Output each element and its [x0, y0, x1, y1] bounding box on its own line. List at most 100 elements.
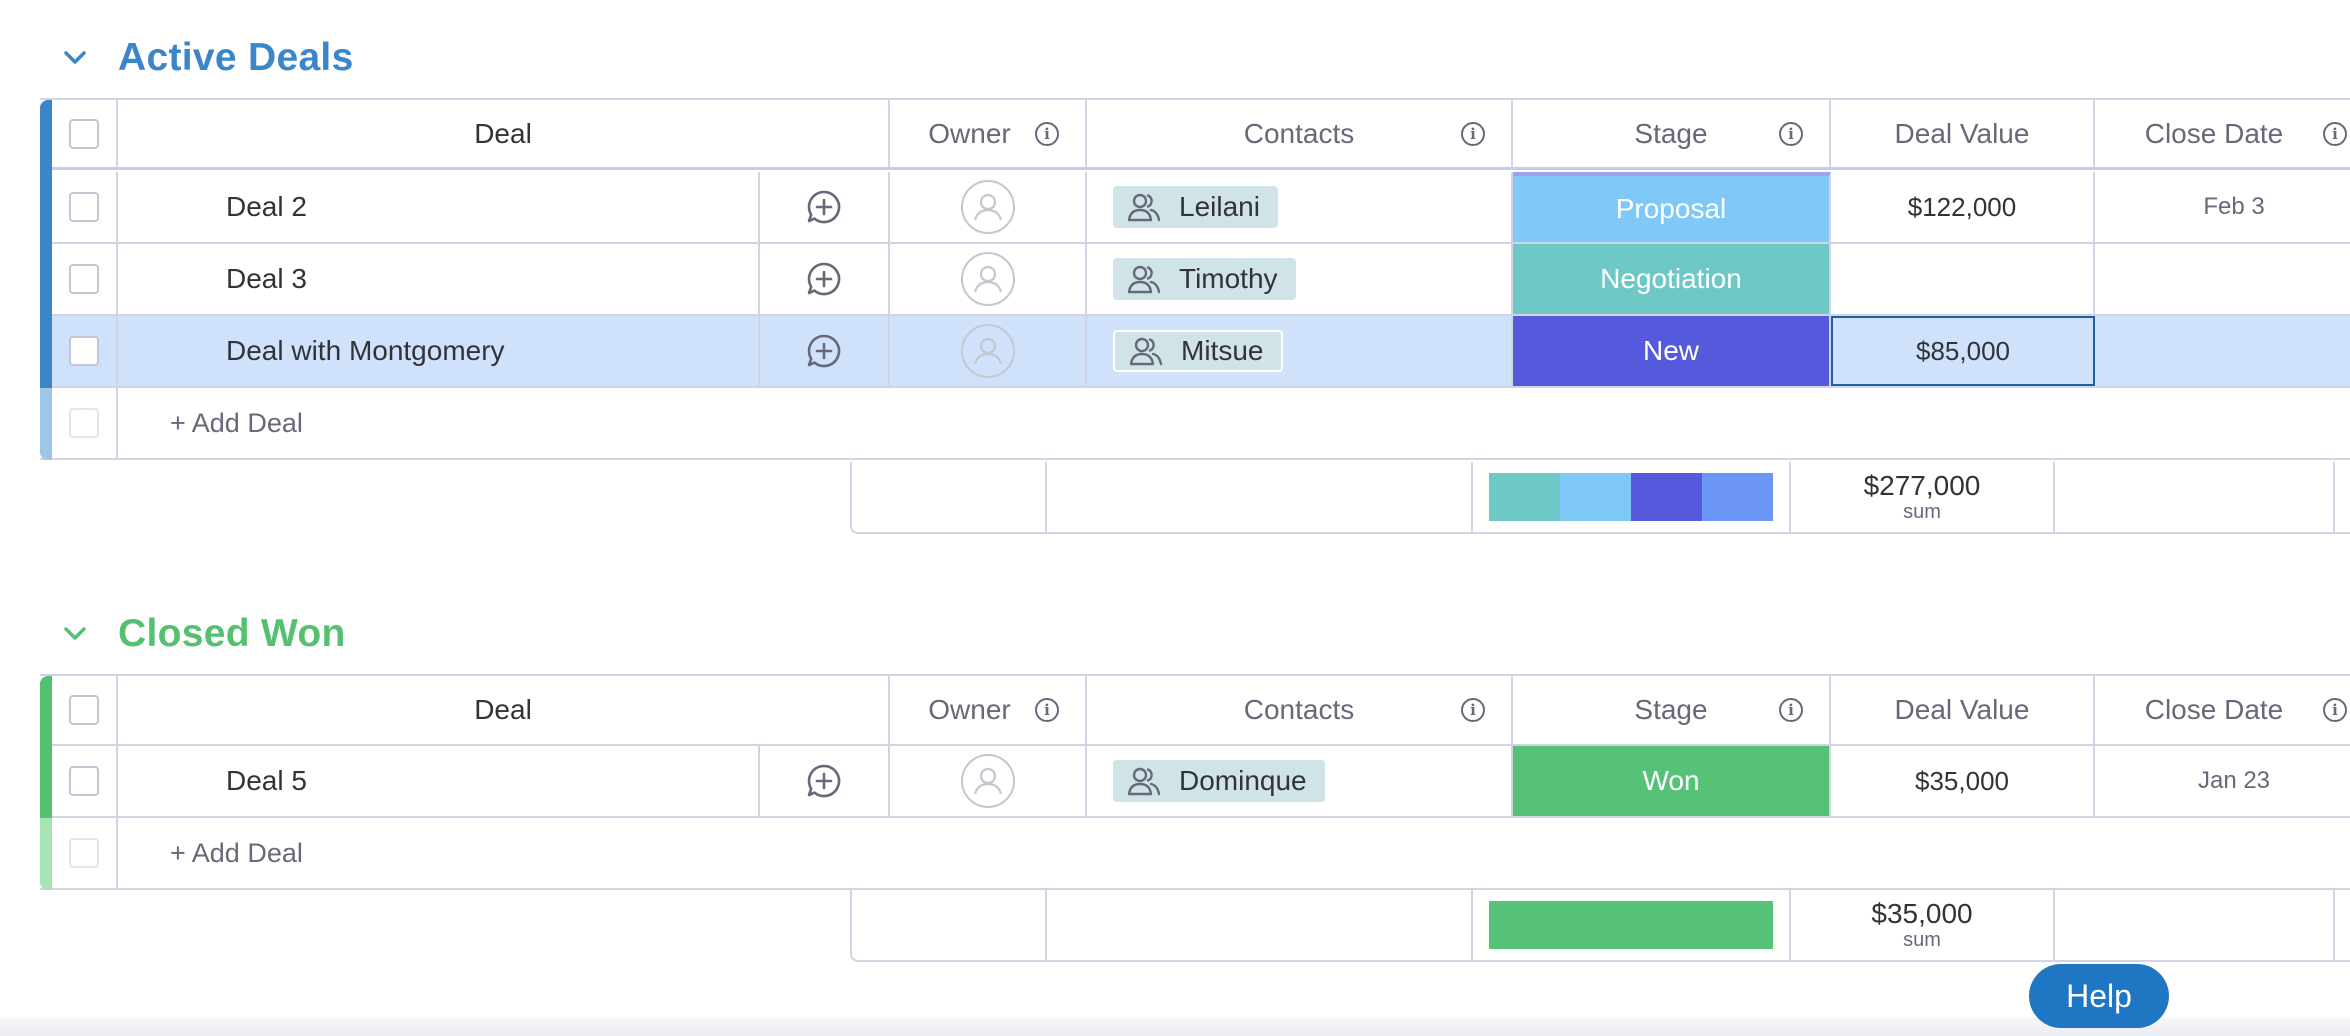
- chevron-down-icon[interactable]: [60, 619, 90, 649]
- contact-chip[interactable]: Leilani: [1113, 186, 1278, 228]
- add-update-icon[interactable]: [806, 189, 842, 225]
- table-row[interactable]: Deal 5 Dominque Won $35,000 Jan 23: [40, 746, 2350, 818]
- header-contacts[interactable]: Contacts i: [1087, 676, 1513, 744]
- add-update-icon[interactable]: [806, 763, 842, 799]
- group-color-bar: [40, 244, 52, 316]
- chevron-down-icon[interactable]: [60, 43, 90, 73]
- summary-row: $35,000 sum: [850, 890, 2350, 962]
- people-icon: [1127, 767, 1161, 796]
- stage-cell[interactable]: Proposal: [1513, 172, 1831, 242]
- header-owner[interactable]: Owner i: [890, 676, 1087, 744]
- person-icon[interactable]: [960, 324, 1015, 378]
- owner-cell[interactable]: [890, 244, 1087, 314]
- close-date-cell[interactable]: [2095, 316, 2350, 386]
- group-title[interactable]: Active Deals: [118, 36, 354, 80]
- active-deals-table: Deal Owner i Contacts i Stage i Deal Value …: [40, 98, 2350, 538]
- owner-cell[interactable]: [890, 172, 1087, 242]
- group-header-active-deals[interactable]: Active Deals: [60, 36, 354, 80]
- update-cell[interactable]: [760, 316, 890, 386]
- group-header-closed-won[interactable]: Closed Won: [60, 612, 346, 656]
- add-deal-button[interactable]: + Add Deal: [170, 388, 303, 458]
- contact-chip[interactable]: Mitsue: [1113, 330, 1284, 372]
- row-checkbox[interactable]: [69, 192, 99, 222]
- add-update-icon[interactable]: [806, 333, 842, 369]
- info-icon[interactable]: i: [2323, 698, 2347, 722]
- add-deal-row[interactable]: + Add Deal: [40, 818, 2350, 890]
- table-row[interactable]: Deal 3 Timothy Negotiation: [40, 244, 2350, 316]
- update-cell[interactable]: [760, 746, 890, 816]
- add-deal-button[interactable]: + Add Deal: [170, 818, 303, 888]
- deal-value-cell[interactable]: $35,000: [1831, 746, 2095, 816]
- header-owner[interactable]: Owner i: [890, 100, 1087, 167]
- header-deal[interactable]: Deal: [118, 100, 890, 167]
- close-date-cell[interactable]: Feb 3: [2095, 172, 2350, 242]
- header-stage[interactable]: Stage i: [1513, 100, 1831, 167]
- help-button[interactable]: Help: [2029, 964, 2169, 1028]
- update-cell[interactable]: [760, 244, 890, 314]
- stage-cell[interactable]: New: [1513, 316, 1831, 386]
- info-icon[interactable]: i: [1461, 698, 1485, 722]
- header-close-date[interactable]: Close Date i: [2095, 100, 2350, 167]
- group-color-bar: [40, 388, 52, 460]
- table-row[interactable]: Deal 2 Leilani Proposal $122,000 Feb 3: [40, 172, 2350, 244]
- deal-name-cell[interactable]: Deal 3: [118, 244, 760, 314]
- close-date-cell[interactable]: Jan 23: [2095, 746, 2350, 816]
- contacts-cell[interactable]: Dominque: [1087, 746, 1513, 816]
- info-icon[interactable]: i: [1779, 121, 1803, 146]
- people-icon: [1127, 193, 1161, 222]
- header-deal[interactable]: Deal: [118, 676, 890, 744]
- contact-chip[interactable]: Dominque: [1113, 760, 1325, 802]
- row-checkbox[interactable]: [69, 264, 99, 294]
- person-icon[interactable]: [960, 180, 1015, 234]
- header-close-date[interactable]: Close Date i: [2095, 676, 2350, 744]
- info-icon[interactable]: i: [1035, 698, 1059, 722]
- close-date-cell[interactable]: [2095, 244, 2350, 314]
- deal-value-cell[interactable]: $122,000: [1831, 172, 2095, 242]
- row-checkbox-disabled: [69, 838, 99, 868]
- stage-distribution-cell[interactable]: [1473, 890, 1791, 960]
- table-header-row: Deal Owner i Contacts i Stage i Deal Value …: [40, 674, 2350, 748]
- info-icon[interactable]: i: [1035, 121, 1059, 146]
- owner-cell[interactable]: [890, 316, 1087, 386]
- owner-cell[interactable]: [890, 746, 1087, 816]
- segment-other: [1702, 473, 1773, 521]
- group-title[interactable]: Closed Won: [118, 612, 346, 656]
- select-all-checkbox[interactable]: [69, 118, 99, 149]
- update-cell[interactable]: [760, 172, 890, 242]
- segment-new: [1631, 473, 1702, 521]
- deal-value-sum[interactable]: $35,000 sum: [1791, 890, 2055, 960]
- info-icon[interactable]: i: [1461, 121, 1485, 146]
- person-icon[interactable]: [960, 252, 1015, 306]
- stage-cell[interactable]: Negotiation: [1513, 244, 1831, 314]
- contacts-cell[interactable]: Leilani: [1087, 172, 1513, 242]
- contacts-cell[interactable]: Timothy: [1087, 244, 1513, 314]
- deal-name-cell[interactable]: Deal 2: [118, 172, 760, 242]
- contact-chip[interactable]: Timothy: [1113, 258, 1296, 300]
- row-checkbox[interactable]: [69, 336, 99, 366]
- contacts-cell[interactable]: Mitsue: [1087, 316, 1513, 386]
- person-icon[interactable]: [960, 754, 1015, 808]
- header-stage[interactable]: Stage i: [1513, 676, 1831, 744]
- deal-value-cell[interactable]: [1831, 244, 2095, 314]
- deal-name-cell[interactable]: Deal with Montgomery: [118, 316, 760, 386]
- row-checkbox[interactable]: [69, 766, 99, 796]
- group-color-bar: [40, 818, 52, 890]
- stage-cell[interactable]: Won: [1513, 746, 1831, 816]
- info-icon[interactable]: i: [2323, 121, 2347, 146]
- group-color-bar: [40, 100, 52, 172]
- deal-value-cell[interactable]: $85,000: [1831, 316, 2095, 386]
- select-all-cell: [52, 100, 118, 167]
- select-all-checkbox[interactable]: [69, 695, 99, 725]
- table-row-selected[interactable]: Deal with Montgomery Mitsue New $85,000: [40, 316, 2350, 388]
- info-icon[interactable]: i: [1779, 698, 1803, 722]
- table-header-row: Deal Owner i Contacts i Stage i Deal Value …: [40, 98, 2350, 172]
- header-contacts[interactable]: Contacts i: [1087, 100, 1513, 167]
- deal-name-cell[interactable]: Deal 5: [118, 746, 760, 816]
- group-color-bar: [40, 172, 52, 244]
- add-update-icon[interactable]: [806, 261, 842, 297]
- add-deal-row[interactable]: + Add Deal: [40, 388, 2350, 460]
- header-deal-value[interactable]: Deal Value: [1831, 676, 2095, 744]
- deal-value-sum[interactable]: $277,000 sum: [1791, 462, 2055, 532]
- stage-distribution-cell[interactable]: [1473, 462, 1791, 532]
- header-deal-value[interactable]: Deal Value: [1831, 100, 2095, 167]
